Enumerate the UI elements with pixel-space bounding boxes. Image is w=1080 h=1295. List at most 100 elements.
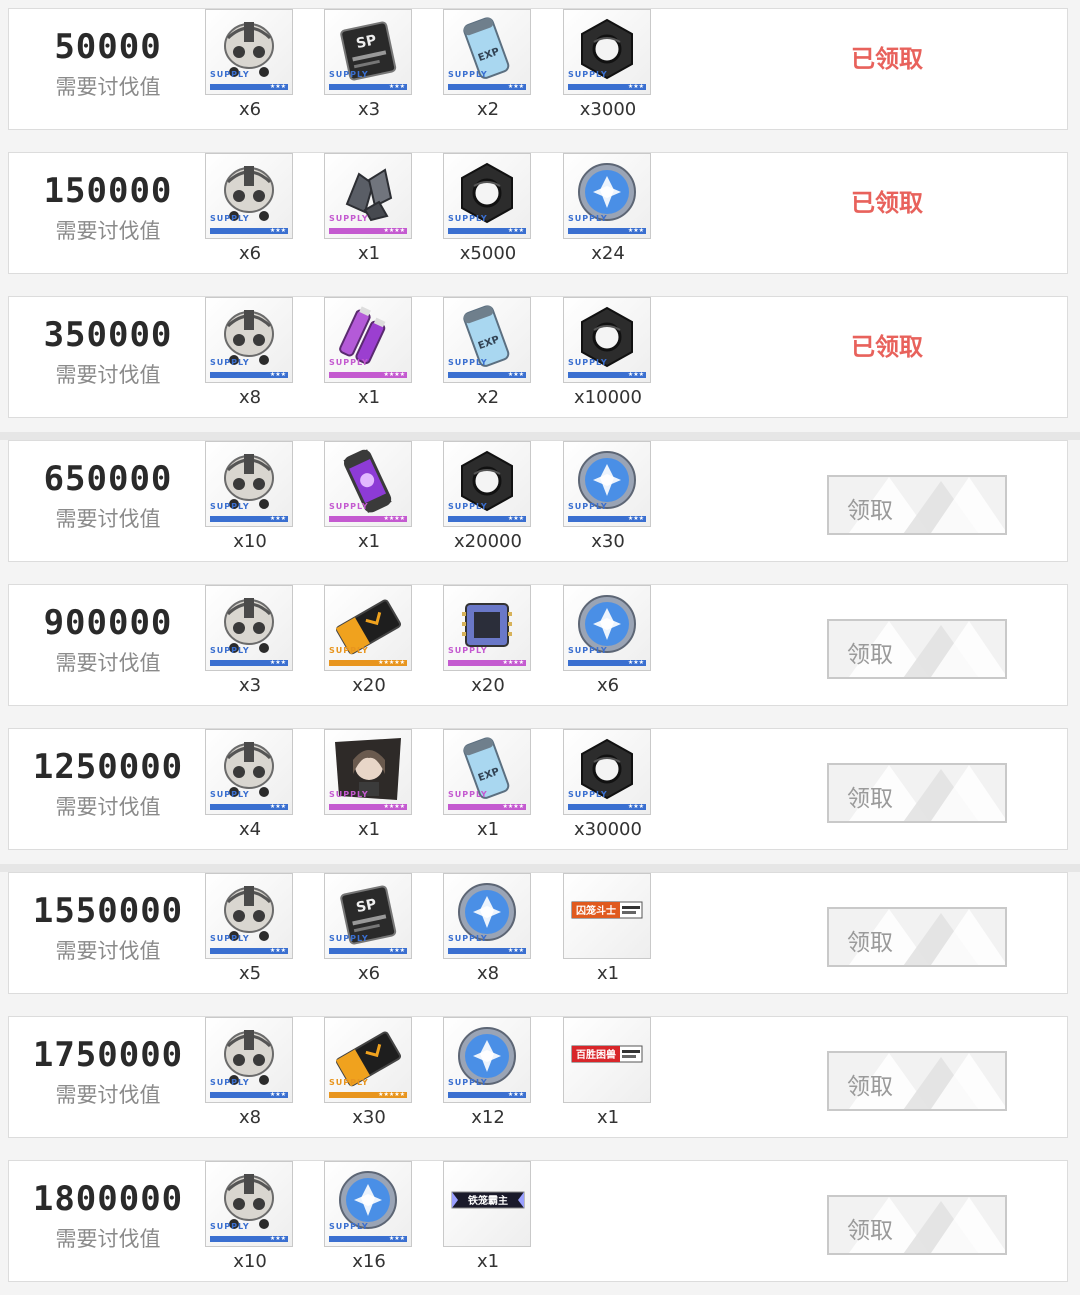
reward-item[interactable]: SUPPLY ★★★ x3000 <box>563 9 653 131</box>
supply-tag: SUPPLY <box>329 502 369 511</box>
rarity-strip: SUPPLY ★★★★ <box>329 790 407 810</box>
reward-item[interactable]: SUPPLY ★★★ x30000 <box>563 729 653 851</box>
reward-item-frame: SUPPLY ★★★★ <box>324 441 412 527</box>
reward-item-frame: SUPPLY ★★★ <box>205 585 293 671</box>
reward-item-frame: EXP SUPPLY ★★★ <box>443 297 531 383</box>
supply-tag: SUPPLY <box>448 70 488 79</box>
reward-item-frame: SUPPLY ★★★ <box>205 1017 293 1103</box>
reward-item-frame: SUPPLY ★★★ <box>443 873 531 959</box>
reward-item[interactable]: SUPPLY ★★★ x8 <box>443 873 533 995</box>
required-score: 1800000 <box>32 1179 184 1219</box>
claim-button[interactable]: 领取 <box>827 907 1007 967</box>
reward-item[interactable]: SUPPLY ★★★ x16 <box>324 1161 414 1283</box>
supply-tag: SUPPLY <box>210 502 250 511</box>
supply-tag: SUPPLY <box>210 790 250 799</box>
reward-item-frame: SUPPLY ★★★ <box>205 297 293 383</box>
reward-item[interactable]: SP SUPPLY ★★★ x3 <box>324 9 414 131</box>
background-stripe <box>0 864 1080 872</box>
reward-item[interactable]: SUPPLY ★★★ x3 <box>205 585 295 707</box>
required-score-label: 需要讨伐值 <box>55 1227 161 1251</box>
required-score-label: 需要讨伐值 <box>55 795 161 819</box>
rarity-strip: SUPPLY ★★★ <box>210 790 288 810</box>
reward-item[interactable]: SUPPLY ★★★ x6 <box>563 585 653 707</box>
reward-item-frame: SUPPLY ★★★★★ <box>324 585 412 671</box>
rarity-strip: SUPPLY ★★★ <box>329 1222 407 1242</box>
reward-item[interactable]: 囚笼斗士 x1 <box>563 873 653 995</box>
reward-item[interactable]: SUPPLY ★★★★ x1 <box>324 729 414 851</box>
reward-item[interactable]: SUPPLY ★★★ x5000 <box>443 153 533 275</box>
reward-item[interactable]: SUPPLY ★★★ x20000 <box>443 441 533 563</box>
reward-item[interactable]: SUPPLY ★★★ x10000 <box>563 297 653 419</box>
reward-item[interactable]: SUPPLY ★★★ x10 <box>205 441 295 563</box>
supply-tag: SUPPLY <box>568 358 608 367</box>
reward-item[interactable]: SP SUPPLY ★★★ x6 <box>324 873 414 995</box>
reward-item[interactable]: SUPPLY ★★★ x24 <box>563 153 653 275</box>
reward-item[interactable]: SUPPLY ★★★ x10 <box>205 1161 295 1283</box>
reward-item-frame: EXP SUPPLY ★★★ <box>443 9 531 95</box>
reward-item-frame: SUPPLY ★★★ <box>563 297 651 383</box>
claim-button[interactable]: 领取 <box>827 619 1007 679</box>
reward-item[interactable]: SUPPLY ★★★ x5 <box>205 873 295 995</box>
rarity-strip: SUPPLY ★★★ <box>210 214 288 234</box>
reward-item-frame: SUPPLY ★★★ <box>205 153 293 239</box>
reward-item-count: x6 <box>357 963 381 984</box>
reward-item[interactable]: SUPPLY ★★★ x6 <box>205 9 295 131</box>
reward-item-frame: 百胜困兽 <box>563 1017 651 1103</box>
supply-tag: SUPPLY <box>448 502 488 511</box>
supply-tag: SUPPLY <box>329 358 369 367</box>
supply-tag: SUPPLY <box>448 1078 488 1087</box>
reward-item[interactable]: SUPPLY ★★★★ x1 <box>324 153 414 275</box>
required-score-label: 需要讨伐值 <box>55 1083 161 1107</box>
reward-item-frame: SUPPLY ★★★ <box>205 9 293 95</box>
reward-tier-row: 1750000 需要讨伐值 SUPPLY ★★★ x8 SUPPLY ★★★★★ x30 … <box>8 1016 1068 1138</box>
rarity-stars-icon: ★★★ <box>269 947 286 954</box>
reward-item[interactable]: SUPPLY ★★★★ x1 <box>324 297 414 419</box>
supply-tag: SUPPLY <box>568 646 608 655</box>
reward-item-frame: SUPPLY ★★★ <box>563 9 651 95</box>
rarity-stars-icon: ★★★★ <box>383 371 405 378</box>
reward-item-frame: SUPPLY ★★★★ <box>324 297 412 383</box>
reward-item[interactable]: 百胜困兽 x1 <box>563 1017 653 1139</box>
reward-item[interactable]: SUPPLY ★★★★★ x20 <box>324 585 414 707</box>
rarity-strip: SUPPLY ★★★★★ <box>329 1078 407 1098</box>
claim-button[interactable]: 领取 <box>827 1195 1007 1255</box>
reward-item-count: x1 <box>476 819 500 840</box>
reward-item[interactable]: 铁笼霸主 x1 <box>443 1161 533 1283</box>
reward-item[interactable]: EXP SUPPLY ★★★★ x1 <box>443 729 533 851</box>
rarity-stars-icon: ★★★ <box>269 1235 286 1242</box>
reward-item-count: x2 <box>476 99 500 120</box>
reward-item-count: x3 <box>357 99 381 120</box>
reward-item[interactable]: EXP SUPPLY ★★★ x2 <box>443 297 533 419</box>
reward-tier-row: 1250000 需要讨伐值 SUPPLY ★★★ x4 SUPPLY ★★★★ x1 EX… <box>8 728 1068 850</box>
rarity-stars-icon: ★★★ <box>269 659 286 666</box>
required-score: 1550000 <box>32 891 184 931</box>
rarity-strip: SUPPLY ★★★ <box>210 502 288 522</box>
reward-item[interactable]: SUPPLY ★★★★ x20 <box>443 585 533 707</box>
claim-button[interactable]: 领取 <box>827 763 1007 823</box>
reward-item[interactable]: EXP SUPPLY ★★★ x2 <box>443 9 533 131</box>
rarity-strip: SUPPLY ★★★★ <box>448 790 526 810</box>
reward-item[interactable]: SUPPLY ★★★ x12 <box>443 1017 533 1139</box>
reward-item[interactable]: SUPPLY ★★★ x30 <box>563 441 653 563</box>
reward-item-count: x20 <box>352 675 386 696</box>
reward-item[interactable]: SUPPLY ★★★ x8 <box>205 1017 295 1139</box>
rarity-stars-icon: ★★★ <box>627 83 644 90</box>
rarity-strip: SUPPLY ★★★ <box>210 934 288 954</box>
rarity-strip: SUPPLY ★★★ <box>329 934 407 954</box>
rarity-stars-icon: ★★★★ <box>383 803 405 810</box>
reward-item-count: x16 <box>352 1251 386 1272</box>
reward-item[interactable]: SUPPLY ★★★ x6 <box>205 153 295 275</box>
reward-item[interactable]: SUPPLY ★★★★ x1 <box>324 441 414 563</box>
reward-item[interactable]: SUPPLY ★★★ x8 <box>205 297 295 419</box>
supply-tag: SUPPLY <box>448 934 488 943</box>
reward-item[interactable]: SUPPLY ★★★ x4 <box>205 729 295 851</box>
claim-button[interactable]: 领取 <box>827 1051 1007 1111</box>
reward-item[interactable]: SUPPLY ★★★★★ x30 <box>324 1017 414 1139</box>
reward-item-frame: SUPPLY ★★★★ <box>324 729 412 815</box>
reward-item-frame: 铁笼霸主 <box>443 1161 531 1247</box>
required-score-label: 需要讨伐值 <box>55 363 161 387</box>
reward-tier-row: 900000 需要讨伐值 SUPPLY ★★★ x3 SUPPLY ★★★★★ x20 S… <box>8 584 1068 706</box>
claim-button[interactable]: 领取 <box>827 475 1007 535</box>
rarity-strip: SUPPLY ★★★ <box>210 1222 288 1242</box>
rarity-strip: SUPPLY ★★★★ <box>448 646 526 666</box>
